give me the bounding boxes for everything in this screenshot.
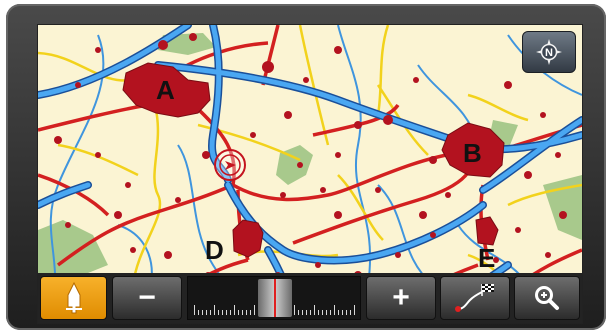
map-screen[interactable]: A B D E N − + — [37, 24, 583, 324]
town-dot — [555, 152, 561, 158]
scale-tick — [218, 310, 219, 315]
scale-tick — [330, 310, 331, 315]
current-position-marker[interactable] — [214, 149, 246, 181]
zoom-out-label: − — [138, 281, 156, 314]
scale-tick — [350, 310, 351, 315]
scale-tick — [242, 310, 243, 315]
town-dot — [429, 156, 437, 164]
town-dot — [65, 222, 71, 228]
zoom-level-slider[interactable] — [187, 276, 361, 320]
town-dot — [515, 227, 521, 233]
town-dot — [315, 262, 321, 268]
recenter-vehicle-button[interactable] — [40, 276, 107, 320]
city-e-area — [475, 216, 499, 246]
town-dot — [164, 251, 172, 259]
scale-tick — [314, 305, 315, 315]
town-dot — [202, 151, 210, 159]
compass-north-letter: N — [545, 47, 553, 59]
town-dot — [540, 112, 546, 118]
scale-tick — [310, 310, 311, 315]
town-dot — [320, 187, 326, 193]
zoom-slider-indicator — [274, 279, 276, 317]
town-dot — [395, 252, 401, 258]
scale-tick — [254, 305, 255, 315]
city-label-a: A — [156, 75, 175, 105]
town-dot — [175, 197, 181, 203]
scale-tick — [318, 310, 319, 315]
scale-tick — [206, 310, 207, 315]
town-dot — [383, 115, 393, 125]
town-dot — [303, 77, 309, 83]
city-label-e: E — [478, 243, 496, 273]
town-dot — [419, 211, 427, 219]
town-dot — [545, 252, 551, 258]
map-search-button[interactable] — [514, 276, 580, 320]
scale-tick — [334, 305, 335, 315]
town-dot — [125, 182, 131, 188]
town-dot — [130, 247, 136, 253]
scale-tick — [230, 310, 231, 315]
scale-tick — [354, 305, 355, 315]
city-label-d: D — [205, 235, 224, 265]
vehicle-position-icon — [65, 281, 82, 314]
town-dot — [297, 162, 303, 168]
town-dot — [524, 171, 532, 179]
scale-tick — [214, 305, 215, 315]
scale-tick — [346, 310, 347, 315]
town-dot — [504, 81, 512, 89]
city-label-b: B — [463, 138, 482, 168]
compass-north-button[interactable]: N — [522, 31, 576, 73]
town-dot — [75, 82, 81, 88]
scale-tick — [198, 310, 199, 315]
scale-tick — [246, 310, 247, 315]
scale-tick — [238, 310, 239, 315]
town-dot — [334, 211, 342, 219]
town-dot — [114, 211, 122, 219]
scale-tick — [226, 310, 227, 315]
navigation-device: A B D E N − + — [0, 0, 611, 332]
scale-tick — [294, 305, 295, 315]
scale-tick — [234, 305, 235, 315]
town-dot — [189, 33, 197, 41]
route-overview-button[interactable] — [440, 276, 510, 320]
town-dot — [280, 192, 286, 198]
town-dot — [445, 192, 451, 198]
scale-tick — [250, 310, 251, 315]
scale-tick — [298, 310, 299, 315]
scale-tick — [194, 305, 195, 315]
zoom-search-icon — [535, 286, 559, 310]
town-dot — [413, 77, 419, 83]
scale-tick — [326, 310, 327, 315]
town-dot — [54, 136, 62, 144]
scale-tick — [342, 310, 343, 315]
town-dot — [354, 121, 362, 129]
town-dot — [284, 111, 292, 119]
route-flag-icon — [455, 284, 494, 312]
zoom-in-label: + — [392, 281, 410, 314]
town-dot — [250, 132, 256, 138]
zoom-in-button[interactable]: + — [366, 276, 436, 320]
town-dot — [375, 187, 381, 193]
town-dot — [335, 152, 341, 158]
town-dot — [334, 46, 342, 54]
bottom-toolbar: − + — [38, 273, 582, 323]
town-dot — [430, 232, 436, 238]
town-dot — [158, 40, 168, 50]
zoom-slider-thumb[interactable] — [258, 279, 292, 317]
town-dot — [559, 211, 567, 219]
scale-tick — [338, 310, 339, 315]
scale-tick — [322, 310, 323, 315]
scale-tick — [306, 310, 307, 315]
city-d-area — [232, 219, 264, 258]
town-dot — [262, 61, 274, 73]
scale-tick — [210, 310, 211, 315]
scale-tick — [202, 310, 203, 315]
scale-tick — [222, 310, 223, 315]
zoom-out-button[interactable]: − — [112, 276, 182, 320]
town-dot — [95, 152, 101, 158]
scale-tick — [302, 310, 303, 315]
compass-north-icon: N — [536, 39, 562, 65]
town-dot — [95, 47, 101, 53]
